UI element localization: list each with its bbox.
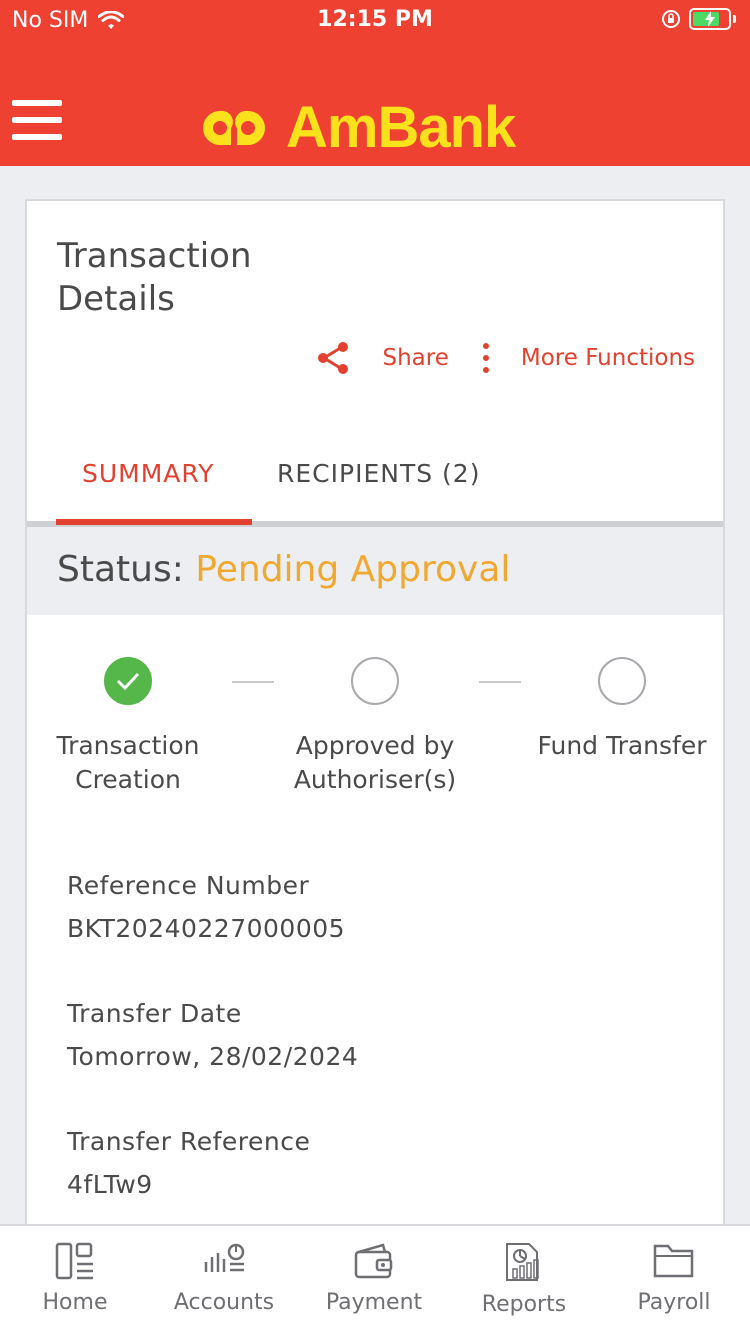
more-functions-button[interactable]: More Functions <box>449 343 695 373</box>
field-label: Reference Number <box>67 871 310 900</box>
nav-payroll[interactable]: Payroll <box>599 1242 749 1315</box>
nav-reports[interactable]: Reports <box>449 1242 599 1317</box>
home-icon <box>55 1242 93 1280</box>
active-tab-indicator <box>56 519 252 525</box>
nav-label: Reports <box>481 1292 567 1317</box>
transaction-card: Transaction Details Share More Functions… <box>25 199 725 1239</box>
nav-payment[interactable]: Payment <box>299 1242 449 1315</box>
pending-step-icon <box>351 657 399 705</box>
status-bar: No SIM 12:15 PM <box>0 0 750 40</box>
field-value: 4fLTw9 <box>67 1170 153 1199</box>
ambank-logo: AmBank <box>196 94 516 161</box>
wallet-icon <box>354 1243 393 1279</box>
status-right <box>661 8 736 30</box>
rotation-lock-icon <box>662 10 680 28</box>
tab-bar: SUMMARY RECIPIENTS (2) <box>27 431 723 527</box>
menu-icon[interactable] <box>12 100 62 142</box>
step-connector <box>232 681 274 683</box>
field-label: Transfer Date <box>67 999 242 1028</box>
folder-icon <box>653 1244 694 1278</box>
share-icon <box>318 342 349 374</box>
share-label: Share <box>382 345 449 371</box>
nav-label: Payroll <box>637 1290 711 1315</box>
tab-summary[interactable]: SUMMARY <box>82 459 214 488</box>
accounts-icon <box>204 1243 245 1272</box>
step-label: Approved by Authoriser(s) <box>293 731 457 794</box>
nav-accounts[interactable]: Accounts <box>149 1242 299 1315</box>
step-connector <box>479 681 521 683</box>
field-value: BKT20240227000005 <box>67 914 346 943</box>
ambank-symbol-icon <box>203 110 265 145</box>
clock: 12:15 PM <box>317 7 433 32</box>
brand-name: AmBank <box>286 95 516 160</box>
nav-home[interactable]: Home <box>0 1242 150 1315</box>
share-button[interactable]: Share <box>316 341 449 375</box>
step-fund-transfer: Fund Transfer <box>517 657 727 763</box>
field-value: Tomorrow, 28/02/2024 <box>67 1042 359 1071</box>
step-label: Fund Transfer <box>537 731 707 760</box>
battery-nub <box>733 15 736 23</box>
tab-recipients[interactable]: RECIPIENTS (2) <box>277 459 480 488</box>
field-transfer-reference: Transfer Reference 4fLTw9 <box>67 1127 310 1199</box>
nav-label: Home <box>42 1290 108 1315</box>
more-vertical-icon <box>482 343 489 373</box>
app-header: AmBank <box>0 40 750 166</box>
field-reference-number: Reference Number BKT20240227000005 <box>67 871 345 943</box>
action-row: Share More Functions <box>316 341 695 375</box>
status-label: Status: <box>57 549 184 590</box>
bottom-nav: Home Accounts Payment Reports Payroll <box>0 1224 750 1334</box>
more-functions-label: More Functions <box>520 345 695 371</box>
step-transaction-creation: Transaction Creation <box>23 657 233 797</box>
field-transfer-date: Transfer Date Tomorrow, 28/02/2024 <box>67 999 358 1071</box>
status-band: Status: Pending Approval <box>27 527 723 615</box>
step-label: Transaction Creation <box>56 731 200 794</box>
reports-icon <box>506 1243 539 1281</box>
step-approved-by-authoriser: Approved by Authoriser(s) <box>270 657 480 797</box>
page-title: Transaction Details <box>57 236 252 319</box>
status-line: Status: Pending Approval <box>57 549 510 590</box>
nav-label: Payment <box>325 1290 423 1315</box>
pending-step-icon <box>598 657 646 705</box>
check-icon <box>104 657 152 705</box>
battery-icon <box>689 8 731 30</box>
nav-label: Accounts <box>173 1290 275 1315</box>
status-value: Pending Approval <box>195 549 511 590</box>
field-label: Transfer Reference <box>67 1127 311 1156</box>
